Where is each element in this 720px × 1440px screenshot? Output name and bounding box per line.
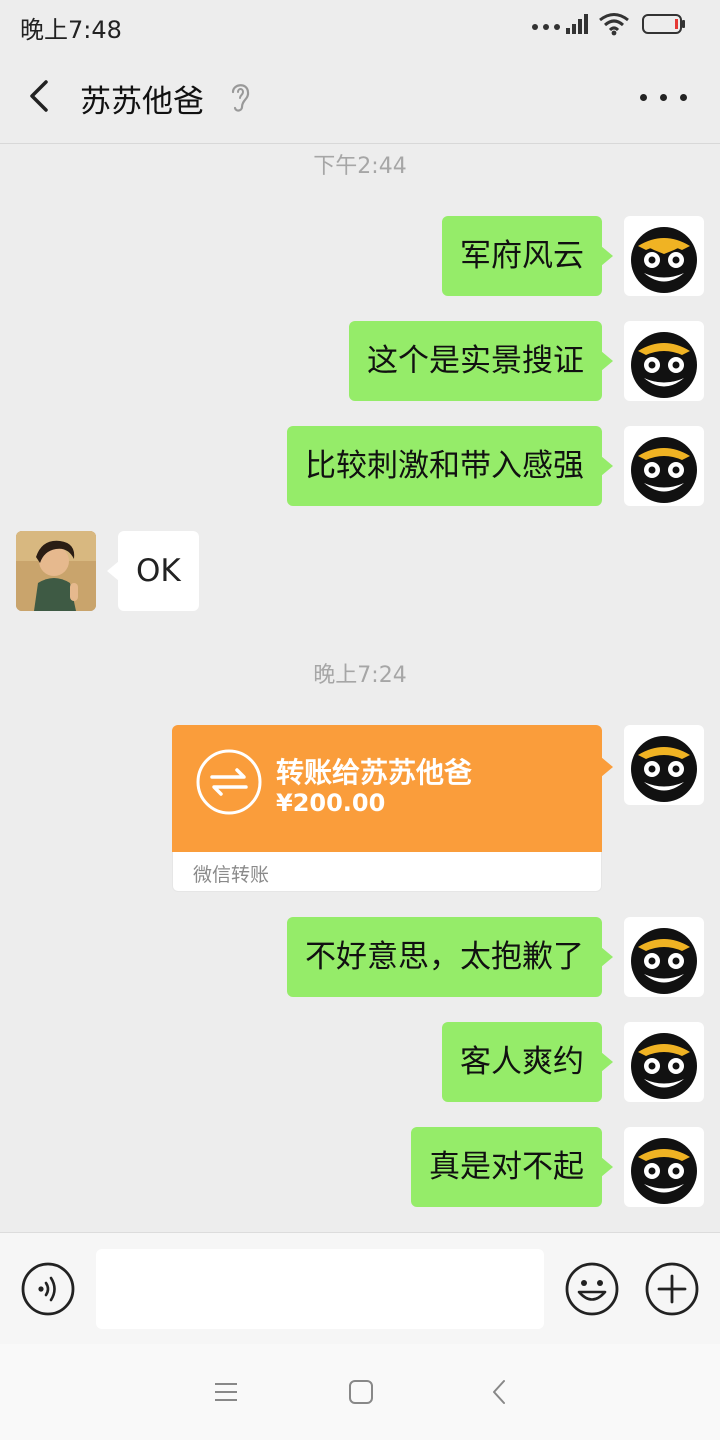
owl-avatar-icon — [631, 437, 697, 503]
status-bar: 晚上7:48 — [0, 0, 720, 50]
my-avatar[interactable] — [624, 917, 704, 997]
battery-icon — [642, 14, 685, 34]
plus-icon[interactable] — [644, 1261, 700, 1317]
status-time: 晚上7:48 — [20, 16, 122, 44]
chat-header: 苏苏他爸 — [0, 50, 720, 144]
my-avatar[interactable] — [624, 1022, 704, 1102]
transfer-icon — [196, 749, 262, 815]
my-message-bubble[interactable]: 这个是实景搜证 — [349, 321, 613, 401]
owl-avatar-icon — [631, 332, 697, 398]
notification-dots-icon — [532, 24, 562, 32]
message-timestamp: 晚上7:24 — [313, 663, 407, 688]
my-message-bubble[interactable]: 军府风云 — [442, 216, 613, 296]
signal-icon — [566, 14, 588, 34]
system-nav-bar — [0, 1344, 720, 1440]
transfer-amount: ¥200.00 — [276, 789, 386, 817]
chat-title: 苏苏他爸 — [80, 84, 204, 120]
owl-avatar-icon — [631, 736, 697, 802]
my-avatar[interactable] — [624, 321, 704, 401]
home-icon[interactable] — [347, 1378, 375, 1406]
transfer-card-body: 转账给苏苏他爸 ¥200.00 — [172, 725, 613, 852]
chat-input-bar — [0, 1232, 720, 1344]
menu-icon[interactable] — [212, 1378, 240, 1406]
my-message-bubble[interactable]: 客人爽约 — [442, 1022, 613, 1102]
more-icon[interactable] — [640, 86, 690, 106]
my-avatar[interactable] — [624, 216, 704, 296]
my-message-bubble[interactable]: 不好意思，太抱歉了 — [287, 917, 613, 997]
back-nav-icon[interactable] — [486, 1378, 514, 1406]
owl-avatar-icon — [631, 928, 697, 994]
transfer-card[interactable]: 转账给苏苏他爸 ¥200.00 微信转账 — [172, 725, 613, 892]
voice-icon[interactable] — [20, 1261, 76, 1317]
wifi-icon — [599, 13, 629, 36]
status-icons — [530, 10, 700, 40]
my-avatar[interactable] — [624, 725, 704, 805]
owl-avatar-icon — [630, 227, 698, 293]
my-avatar[interactable] — [624, 1127, 704, 1207]
transfer-title: 转账给苏苏他爸 — [276, 756, 473, 789]
contact-message-bubble[interactable]: OK — [107, 531, 199, 611]
owl-avatar-icon — [631, 1033, 697, 1099]
transfer-source: 微信转账 — [193, 864, 270, 886]
my-message-bubble[interactable]: 真是对不起 — [411, 1127, 613, 1207]
back-icon[interactable] — [20, 76, 60, 116]
my-avatar[interactable] — [624, 426, 704, 506]
owl-avatar-icon — [631, 1138, 697, 1204]
ear-icon — [231, 84, 250, 112]
emoji-icon[interactable] — [564, 1261, 620, 1317]
transfer-footer: 微信转账 — [172, 852, 602, 892]
contact-avatar[interactable] — [16, 531, 96, 611]
my-message-bubble[interactable]: 比较刺激和带入感强 — [287, 426, 613, 506]
message-input[interactable] — [96, 1249, 544, 1329]
message-timestamp: 下午2:44 — [313, 154, 407, 179]
child-photo-avatar — [16, 531, 96, 611]
